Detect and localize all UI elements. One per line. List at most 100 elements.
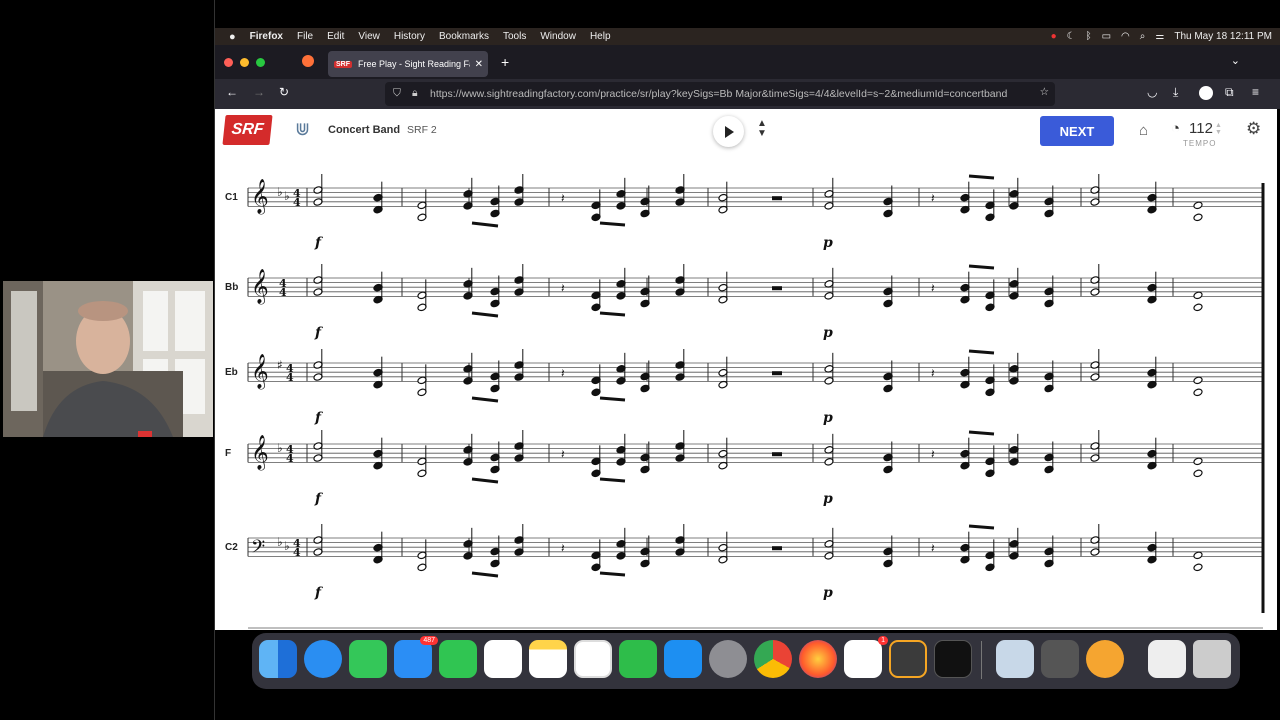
srf-favicon: SRF (334, 60, 352, 68)
menu-tools[interactable]: Tools (503, 31, 526, 42)
spotlight-icon[interactable]: ⌕ (1140, 31, 1146, 42)
presenter-pane (0, 0, 215, 720)
menu-view[interactable]: View (358, 31, 380, 42)
menu-help[interactable]: Help (590, 31, 611, 42)
play-icon (724, 125, 734, 138)
close-window-button[interactable] (224, 58, 233, 67)
daisydisk-icon[interactable] (1086, 640, 1124, 678)
tempo-value[interactable]: 112 (1189, 120, 1213, 137)
beam (968, 524, 995, 530)
downloads-icon[interactable]: ⤓ (1173, 85, 1178, 100)
next-button[interactable]: NEXT (1040, 116, 1114, 146)
firefox-view-icon[interactable] (302, 55, 314, 67)
bookmark-star-icon[interactable]: ☆ (1035, 86, 1049, 98)
flat-icon: ♭ (277, 535, 283, 549)
menu-window[interactable]: Window (540, 31, 576, 42)
beam (471, 221, 499, 228)
staff-label: C1 (225, 192, 238, 203)
moon-icon[interactable]: ☾ (1067, 31, 1076, 42)
beam (599, 311, 626, 317)
sublime-icon[interactable] (889, 640, 927, 678)
time-sig-bottom: 4 (293, 196, 301, 209)
quarter-rest-icon: 𝄽 (561, 447, 565, 461)
play-button[interactable] (713, 116, 744, 147)
srf-logo[interactable]: SRF (222, 115, 273, 145)
document-stack-icon[interactable] (1148, 640, 1186, 678)
zoom-window-button[interactable] (256, 58, 265, 67)
tempo-icon[interactable]: ◔ (1171, 120, 1180, 137)
list-tabs-chevron-icon[interactable]: ⌄ (1231, 54, 1240, 67)
nav-toolbar: ← → ↻ ⛉ 🔒︎ https://www.sightreadingfacto… (215, 79, 1280, 109)
account-icon[interactable] (1199, 86, 1213, 100)
staff-label: C2 (225, 542, 238, 553)
shield-icon[interactable]: ⛉ (393, 87, 401, 100)
battery-icon[interactable]: ▭ (1102, 31, 1111, 42)
treble-clef-icon: 𝄞 (251, 269, 269, 305)
metronome-icon[interactable]: ⌂ (1139, 122, 1148, 139)
tab-active[interactable]: SRF Free Play - Sight Reading Facto ✕ (328, 51, 488, 77)
tab-title: Free Play - Sight Reading Facto (358, 59, 470, 69)
dynamic-forte: f (314, 235, 324, 251)
freeform-icon[interactable] (574, 640, 612, 678)
firefox-icon[interactable] (799, 640, 837, 678)
dynamic-piano: p (823, 491, 833, 507)
safari-icon[interactable] (304, 640, 342, 678)
lock-icon[interactable]: 🔒︎ (412, 87, 418, 100)
url-bar[interactable]: ⛉ 🔒︎ https://www.sightreadingfactory.com… (385, 82, 1055, 106)
pocket-icon[interactable]: ◡ (1147, 85, 1157, 99)
calculator-icon[interactable] (1041, 640, 1079, 678)
sort-toggle-icon[interactable]: ▲ ▼ (757, 119, 767, 139)
finder-icon[interactable] (259, 640, 297, 678)
trash-icon[interactable] (1193, 640, 1231, 678)
numbers-icon[interactable] (619, 640, 657, 678)
menu-icon[interactable]: ≡ (1252, 85, 1259, 99)
dynamic-piano: p (823, 410, 833, 426)
instrument-icon[interactable]: ⋓ (295, 119, 310, 140)
menu-file[interactable]: File (297, 31, 313, 42)
staff-label: Eb (225, 367, 238, 378)
tab-close-icon[interactable]: ✕ (470, 59, 488, 70)
webcam-video (3, 281, 213, 437)
level-label[interactable]: SRF 2 (407, 124, 437, 136)
messages-icon[interactable] (349, 640, 387, 678)
bluetooth-icon[interactable]: ᛒ (1086, 31, 1092, 42)
note-head (1193, 376, 1203, 385)
quarter-rest-icon: 𝄽 (931, 447, 935, 461)
mail-icon[interactable]: 487 (394, 636, 438, 678)
settings-gear-icon[interactable]: ⚙ (1246, 119, 1261, 139)
wifi-icon[interactable]: ◠ (1121, 31, 1130, 42)
app-store-icon[interactable] (664, 640, 702, 678)
flat-icon: ♭ (277, 185, 283, 199)
forward-icon[interactable]: → (253, 85, 265, 99)
apple-icon[interactable]: ● (229, 31, 236, 43)
preview-icon[interactable] (996, 640, 1034, 678)
terminal-icon[interactable] (934, 640, 972, 678)
back-icon[interactable]: ← (226, 85, 238, 99)
instrument-name[interactable]: Concert Band (328, 124, 400, 136)
slack-badge: 1 (878, 636, 888, 645)
chrome-icon[interactable] (754, 640, 792, 678)
reload-icon[interactable]: ↻ (279, 85, 289, 99)
control-center-icon[interactable]: ⚌ (1155, 31, 1164, 42)
tempo-label: TEMPO (1183, 139, 1217, 148)
minimize-window-button[interactable] (240, 58, 249, 67)
new-tab-button[interactable]: + (501, 54, 509, 70)
note-head (1193, 388, 1203, 397)
note-head (1193, 291, 1203, 300)
reminders-icon[interactable] (484, 640, 522, 678)
system-settings-icon[interactable] (709, 640, 747, 678)
facetime-icon[interactable] (439, 640, 477, 678)
clock[interactable]: Thu May 18 12:11 PM (1174, 31, 1272, 42)
menu-history[interactable]: History (394, 31, 425, 42)
quarter-rest-icon: 𝄽 (931, 191, 935, 205)
menu-bookmarks[interactable]: Bookmarks (439, 31, 489, 42)
menu-edit[interactable]: Edit (327, 31, 344, 42)
note-head (1193, 213, 1203, 222)
menu-app-name[interactable]: Firefox (250, 31, 283, 42)
extensions-icon[interactable]: ⧉ (1225, 85, 1234, 100)
record-icon[interactable]: ● (1051, 31, 1057, 42)
notes-icon[interactable] (529, 640, 567, 678)
note-head (1193, 201, 1203, 210)
tempo-stepper-icon[interactable]: ▲ ▼ (1215, 122, 1222, 136)
slack-icon[interactable]: 1 (844, 636, 888, 678)
